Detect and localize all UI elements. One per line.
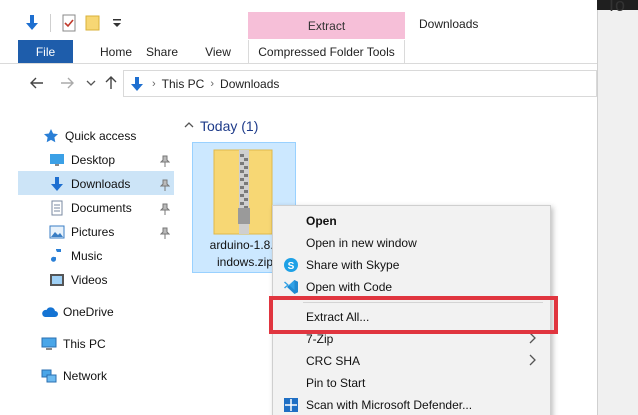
video-icon [48, 272, 66, 288]
download-arrow-icon [48, 176, 66, 192]
menu-item-label: Open in new window [306, 236, 417, 250]
title-bar: Extract Downloads [0, 0, 638, 40]
toolbar-divider [50, 14, 51, 32]
sidebar-item-downloads[interactable]: Downloads [48, 173, 130, 195]
zip-folder-icon [213, 149, 273, 235]
recent-locations-chevron-icon[interactable] [82, 74, 100, 92]
breadcrumb-separator-icon: › [210, 77, 215, 90]
sidebar-item-pictures[interactable]: Pictures [48, 221, 114, 243]
forward-arrow-icon[interactable] [58, 74, 76, 92]
sidebar-item-videos[interactable]: Videos [48, 269, 107, 291]
menu-item-open-in-new-window[interactable]: Open in new window [273, 232, 550, 254]
sidebar-item-label: OneDrive [63, 305, 114, 319]
sidebar-item-label: Downloads [71, 177, 131, 191]
menu-item-open[interactable]: Open [273, 210, 550, 232]
background-window-text: To [606, 0, 626, 15]
star-icon [42, 128, 60, 144]
pin-icon[interactable] [159, 203, 171, 215]
music-note-icon [48, 248, 66, 264]
back-arrow-icon[interactable] [28, 74, 46, 92]
menu-item-label: Open [306, 214, 337, 228]
file-name-line: arduino-1.8.1 [209, 238, 281, 252]
pin-icon[interactable] [159, 155, 171, 167]
sidebar-item-label: This PC [63, 337, 106, 351]
breadcrumb-this-pc[interactable]: This PC [162, 77, 205, 91]
pin-icon[interactable] [159, 227, 171, 239]
download-arrow-icon [130, 76, 144, 92]
menu-item-label: Scan with Microsoft Defender... [306, 398, 473, 412]
tab-view[interactable]: View [196, 40, 240, 63]
monitor-icon [40, 336, 58, 352]
pin-icon[interactable] [159, 179, 171, 191]
tab-file[interactable]: File [18, 40, 73, 63]
collapse-chevron-icon [184, 121, 194, 132]
group-header-today[interactable]: Today (1) [184, 118, 258, 134]
network-icon [40, 368, 58, 384]
group-header-label: Today (1) [200, 118, 259, 134]
address-bar-row: › This PC › Downloads [0, 64, 597, 102]
cloud-icon [40, 304, 58, 320]
sidebar-item-music[interactable]: Music [48, 245, 102, 267]
menu-item-open-with-code[interactable]: Open with Code [273, 276, 550, 298]
submenu-chevron-icon [528, 354, 536, 369]
sidebar-item-label: Pictures [71, 225, 115, 239]
svg-text:S: S [288, 261, 295, 272]
up-arrow-icon[interactable] [102, 74, 120, 92]
picture-icon [48, 224, 66, 240]
new-folder-icon[interactable] [83, 13, 103, 33]
tab-compressed-folder-tools[interactable]: Compressed Folder Tools [248, 40, 405, 63]
extract-context-tab-group[interactable]: Extract [248, 12, 405, 39]
menu-item-label: CRC SHA [306, 354, 361, 368]
sidebar-item-this-pc[interactable]: This PC [40, 333, 106, 355]
sidebar-item-label: Videos [71, 273, 108, 287]
quick-access-toolbar [22, 13, 131, 33]
vscode-icon [283, 279, 299, 295]
ribbon-tabs: File Home Share View Compressed Folder T… [0, 40, 597, 64]
breadcrumb-separator-icon: › [152, 77, 156, 90]
sidebar-item-label: Network [63, 369, 108, 383]
download-arrow-icon[interactable] [22, 13, 42, 33]
menu-item-pin-to-start[interactable]: Pin to Start [273, 372, 550, 394]
menu-item-share-with-skype[interactable]: S Share with Skype [273, 254, 550, 276]
customize-toolbar-icon[interactable] [107, 13, 127, 33]
sidebar-item-label: Quick access [65, 129, 137, 143]
sidebar-item-label: Documents [71, 201, 132, 215]
menu-item-label: Open with Code [306, 280, 393, 294]
defender-icon [283, 397, 299, 413]
sidebar-item-desktop[interactable]: Desktop [48, 149, 115, 171]
menu-item-label: Pin to Start [306, 376, 366, 390]
menu-item-scan-with-defender[interactable]: Scan with Microsoft Defender... [273, 394, 550, 415]
menu-item-label: Share with Skype [306, 258, 400, 272]
address-input[interactable]: › This PC › Downloads [123, 70, 597, 97]
menu-item-label: 7-Zip [306, 332, 334, 346]
sidebar-item-network[interactable]: Network [40, 365, 107, 387]
navigation-pane: Quick access Desktop Downloads Documents… [0, 118, 175, 415]
desktop-icon [48, 152, 66, 168]
sidebar-item-documents[interactable]: Documents [48, 197, 132, 219]
background-window [597, 10, 638, 415]
sidebar-item-label: Music [71, 249, 103, 263]
sidebar-item-onedrive[interactable]: OneDrive [40, 301, 114, 323]
skype-icon: S [283, 257, 299, 273]
file-name-line: indows.zip [216, 255, 274, 269]
breadcrumb-downloads[interactable]: Downloads [220, 77, 279, 91]
menu-item-crc-sha[interactable]: CRC SHA [273, 350, 550, 372]
window-title: Downloads [419, 17, 479, 31]
properties-icon[interactable] [59, 13, 79, 33]
tab-share[interactable]: Share [137, 40, 187, 63]
document-icon [48, 200, 66, 216]
annotation-highlight-box [269, 296, 558, 334]
sidebar-item-quick-access[interactable]: Quick access [42, 125, 136, 147]
sidebar-item-label: Desktop [71, 153, 116, 167]
